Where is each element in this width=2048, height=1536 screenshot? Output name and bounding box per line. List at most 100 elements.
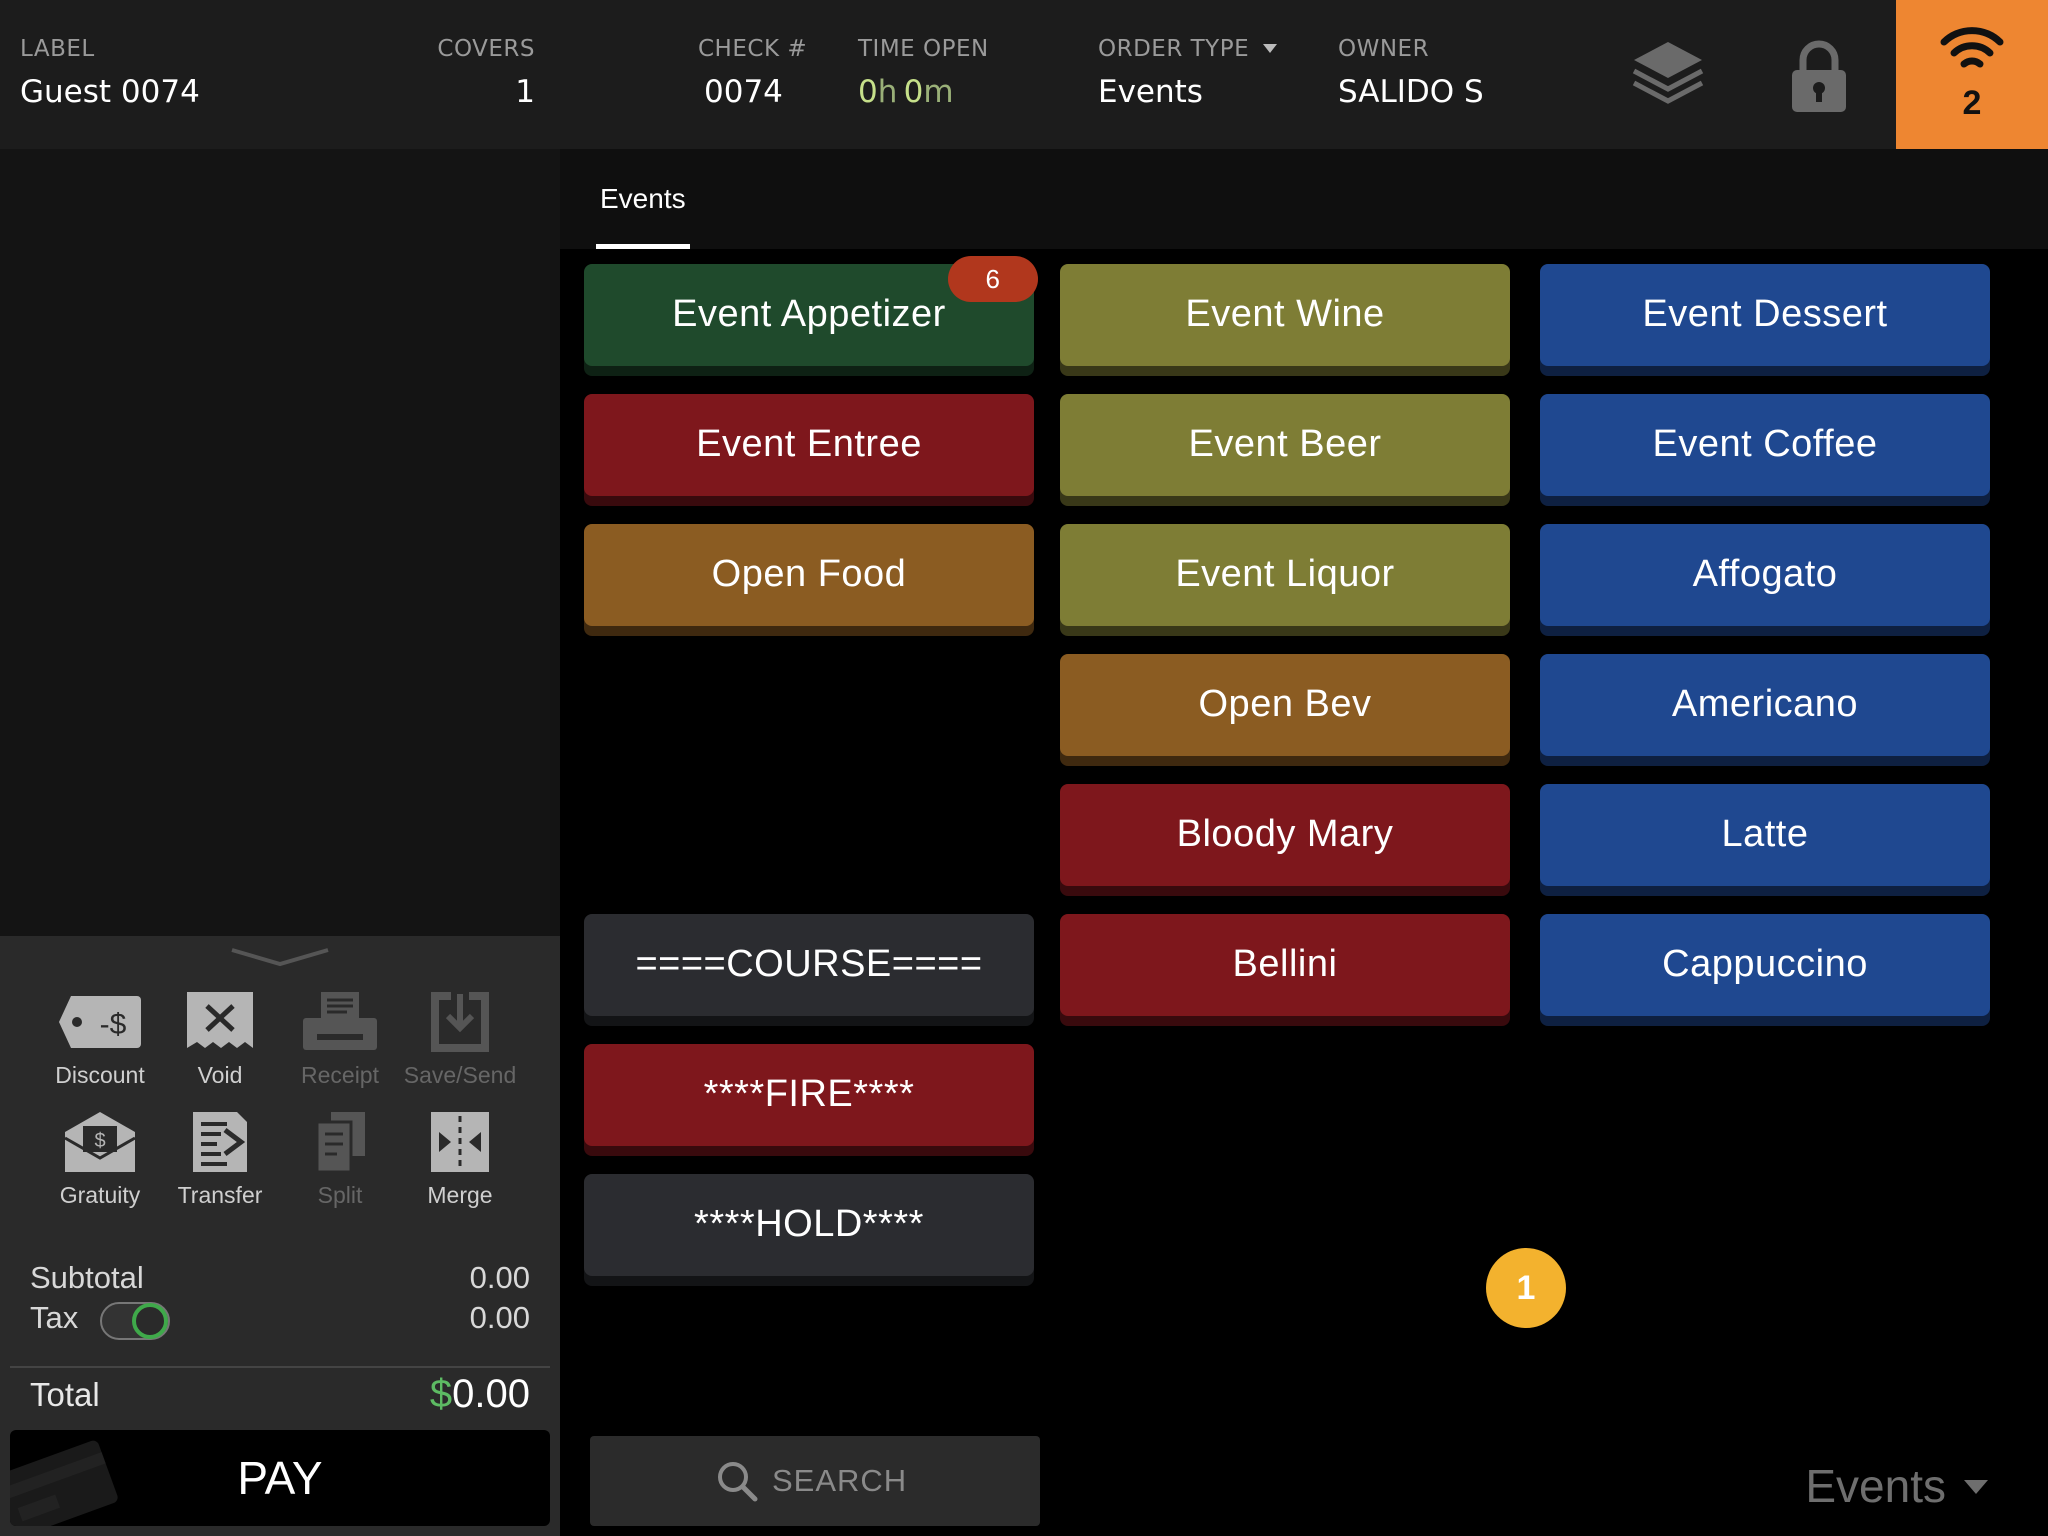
menu-button-event-appetizer[interactable]: Event Appetizer 6 <box>584 256 1038 366</box>
menu-button-event-wine[interactable]: Event Wine <box>1060 264 1510 366</box>
svg-text:-$: -$ <box>100 1008 127 1041</box>
menu-button-label: Bellini <box>1232 943 1338 985</box>
menu-button-course[interactable]: ====COURSE==== <box>584 914 1034 1016</box>
label-value: Guest 0074 <box>20 74 200 110</box>
menu-button-label: Latte <box>1721 813 1809 855</box>
tax-value: 0.00 <box>469 1300 530 1335</box>
menu-button-event-beer[interactable]: Event Beer <box>1060 394 1510 496</box>
menu-button-event-coffee[interactable]: Event Coffee <box>1540 394 1990 496</box>
menu-button-label: Bloody Mary <box>1176 813 1394 855</box>
menu-button-label: Event Coffee <box>1652 423 1878 465</box>
menu-button-open-bev[interactable]: Open Bev <box>1060 654 1510 756</box>
save-send-label: Save/Send <box>403 1062 517 1088</box>
menu-button-open-food[interactable]: Open Food <box>584 524 1034 626</box>
menu-button-label: ****HOLD**** <box>694 1203 924 1245</box>
check-title: CHECK # <box>698 36 808 62</box>
time-hours-unit: h <box>877 74 898 110</box>
order-type-title-text: ORDER TYPE <box>1098 36 1250 62</box>
pay-button[interactable]: PAY <box>10 1430 550 1526</box>
covers-field[interactable]: COVERS 1 <box>400 34 535 114</box>
chevron-down-icon <box>1263 44 1278 53</box>
menu-button-event-liquor[interactable]: Event Liquor <box>1060 524 1510 626</box>
discount-label: Discount <box>55 1062 145 1088</box>
menu-button-americano[interactable]: Americano <box>1540 654 1990 756</box>
menu-button-label: Cappuccino <box>1662 943 1868 985</box>
transfer-label: Transfer <box>177 1182 263 1208</box>
credit-card-icon <box>10 1440 118 1526</box>
total-value: $0.00 <box>430 1372 530 1417</box>
menu-button-bellini[interactable]: Bellini <box>1060 914 1510 1016</box>
order-type-title: ORDER TYPE <box>1098 34 1278 64</box>
label-field[interactable]: LABEL Guest 0074 <box>20 34 200 114</box>
owner-value: SALIDO S <box>1338 74 1484 110</box>
gratuity-button[interactable]: $ Gratuity <box>40 1108 160 1209</box>
subtotal-label: Subtotal <box>30 1260 144 1295</box>
item-count-badge: 6 <box>948 256 1038 302</box>
menu-selector-dropdown[interactable]: Events <box>1805 1456 1988 1516</box>
total-divider <box>10 1366 550 1368</box>
search-input[interactable]: SEARCH <box>590 1436 1040 1526</box>
collapse-handle-icon[interactable] <box>230 946 330 968</box>
gratuity-label: Gratuity <box>59 1182 141 1208</box>
menu-button-affogato[interactable]: Affogato <box>1540 524 1990 626</box>
wifi-count-badge: 2 <box>1962 84 1982 122</box>
label-title: LABEL <box>20 36 95 62</box>
network-status-button[interactable]: 2 <box>1896 0 2048 149</box>
total-currency: $ <box>429 1372 453 1416</box>
order-type-value: Events <box>1098 74 1203 110</box>
menu-button-label: Event Entree <box>696 423 922 465</box>
gratuity-envelope-icon: $ <box>64 1112 136 1172</box>
page-indicator[interactable]: 1 <box>1486 1248 1566 1328</box>
merge-button[interactable]: Merge <box>400 1108 520 1209</box>
order-items-list[interactable] <box>0 149 560 936</box>
menu-button-label: Event Appetizer <box>672 293 946 335</box>
menu-button-latte[interactable]: Latte <box>1540 784 1990 886</box>
merge-icon <box>431 1112 489 1172</box>
void-label: Void <box>197 1062 243 1088</box>
tax-toggle[interactable] <box>100 1302 170 1340</box>
void-receipt-icon <box>187 992 253 1048</box>
active-tab-indicator <box>596 244 690 249</box>
menu-button-event-entree[interactable]: Event Entree <box>584 394 1034 496</box>
menu-tab-bar: Events <box>560 149 2048 249</box>
split-label: Split <box>317 1182 363 1208</box>
time-open-value: 0h 0m <box>858 70 989 114</box>
lock-icon[interactable] <box>1786 36 1852 116</box>
menu-selector-value: Events <box>1805 1460 1946 1512</box>
menu-button-label: Open Food <box>711 553 907 595</box>
menu-button-label: Event Wine <box>1185 293 1385 335</box>
owner-title: OWNER <box>1338 36 1430 62</box>
receipt-button[interactable]: Receipt <box>280 988 400 1089</box>
total-label: Total <box>30 1376 100 1413</box>
tab-events-label: Events <box>600 183 686 214</box>
transfer-button[interactable]: Transfer <box>160 1108 280 1209</box>
tax-label: Tax <box>30 1300 79 1335</box>
menu-button-cappuccino[interactable]: Cappuccino <box>1540 914 1990 1016</box>
menu-button-bloody-mary[interactable]: Bloody Mary <box>1060 784 1510 886</box>
wifi-icon <box>1940 27 2004 68</box>
covers-value: 1 <box>515 74 535 110</box>
void-button[interactable]: Void <box>160 988 280 1089</box>
menu-button-event-dessert[interactable]: Event Dessert <box>1540 264 1990 366</box>
layers-icon[interactable] <box>1630 38 1706 108</box>
check-actions-panel: -$ Discount Void Receipt Save/Send $ Gra… <box>0 936 560 1536</box>
discount-button[interactable]: -$ Discount <box>40 988 160 1089</box>
menu-button-label: Event Beer <box>1188 423 1382 465</box>
subtotal-value: 0.00 <box>469 1260 530 1295</box>
tax-toggle-knob <box>132 1303 168 1339</box>
menu-button-label: Americano <box>1671 683 1859 725</box>
order-type-dropdown[interactable]: ORDER TYPE Events <box>1098 34 1278 114</box>
menu-button-label: Open Bev <box>1198 683 1372 725</box>
merge-label: Merge <box>427 1182 493 1208</box>
search-icon <box>718 1462 758 1502</box>
menu-button-fire[interactable]: ****FIRE**** <box>584 1044 1034 1146</box>
discount-tag-icon: -$ <box>59 996 141 1048</box>
receipt-label: Receipt <box>301 1062 379 1088</box>
menu-button-label: Affogato <box>1692 553 1838 595</box>
split-button[interactable]: Split <box>280 1108 400 1209</box>
time-open-field: TIME OPEN 0h 0m <box>858 34 989 114</box>
tab-events[interactable]: Events <box>596 149 690 249</box>
menu-button-hold[interactable]: ****HOLD**** <box>584 1174 1034 1276</box>
save-send-button[interactable]: Save/Send <box>400 988 520 1089</box>
owner-field[interactable]: OWNER SALIDO S <box>1338 34 1484 114</box>
